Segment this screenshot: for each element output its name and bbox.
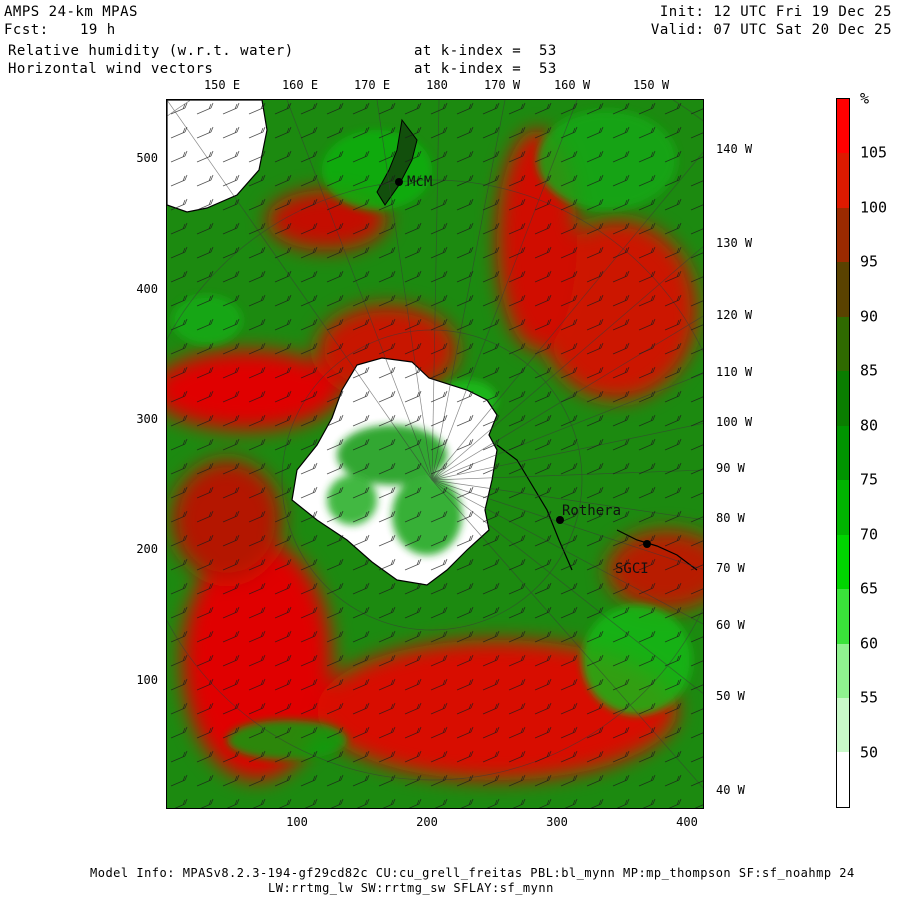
colorbar-tick-label: 50: [860, 743, 879, 762]
colorbar-tick-label: 60: [860, 634, 879, 653]
humidity-colorbar: [836, 98, 850, 808]
colorbar-tick-label: 55: [860, 688, 879, 707]
field-name-wind: Horizontal wind vectors: [8, 61, 214, 77]
y-index-label: 400: [136, 282, 158, 296]
lon-label-right: 120 W: [716, 308, 753, 322]
colorbar-tick-label: 105: [860, 143, 888, 162]
lon-label-right: 70 W: [716, 561, 745, 575]
lon-label-right: 50 W: [716, 689, 745, 703]
map-canvas: McM Rothera SGCI: [167, 100, 703, 808]
lon-label-right: 100 W: [716, 415, 753, 429]
model-info-line2: LW:rrtmg_lw SW:rrtmg_sw SFLAY:sf_mynn: [268, 881, 554, 895]
station-label-rothera: Rothera: [562, 503, 621, 519]
x-index-label: 400: [676, 815, 698, 829]
colorbar-segment: [837, 697, 849, 753]
colorbar-tick-label: 90: [860, 307, 879, 326]
colorbar-segment: [837, 207, 849, 263]
station-label-sgci: SGCI: [615, 561, 649, 577]
y-index-label: 500: [136, 151, 158, 165]
colorbar-tick-label: 100: [860, 198, 888, 217]
colorbar-unit: %: [860, 89, 870, 108]
colorbar-segment: [837, 371, 849, 426]
lon-label-top: 170 E: [353, 78, 391, 92]
colorbar-tick-label: 65: [860, 579, 879, 598]
station-marker-mcm: [395, 178, 403, 186]
colorbar-tick-label: 75: [860, 470, 879, 489]
forecast-label: Fcst:: [4, 22, 49, 38]
x-index-label: 200: [416, 815, 438, 829]
colorbar-segment: [837, 153, 849, 208]
colorbar-segment: [837, 262, 849, 317]
y-index-label: 300: [136, 412, 158, 426]
station-label-mcm: McM: [407, 174, 432, 190]
station-marker-sgci: [643, 540, 651, 548]
lon-label-right: 130 W: [716, 236, 753, 250]
lon-label-top: 160 W: [553, 78, 591, 92]
colorbar-tick-label: 85: [860, 361, 879, 380]
valid-time: Valid: 07 UTC Sat 20 Dec 25: [650, 22, 892, 38]
lon-label-right: 40 W: [716, 783, 745, 797]
lon-label-top: 150 W: [632, 78, 670, 92]
lon-label-top: 160 E: [281, 78, 319, 92]
lon-label-right: 110 W: [716, 365, 753, 379]
lon-label-top: 170 W: [483, 78, 521, 92]
lon-label-right: 60 W: [716, 618, 745, 632]
model-title: AMPS 24-km MPAS: [4, 4, 138, 20]
colorbar-tick-label: 80: [860, 416, 879, 435]
wind-vectors: [167, 100, 703, 808]
y-index-label: 200: [136, 542, 158, 556]
colorbar-tick-label: 70: [860, 525, 879, 544]
field-name-humidity: Relative humidity (w.r.t. water): [8, 43, 294, 59]
colorbar-segment: [837, 534, 849, 590]
y-index-label: 100: [136, 673, 158, 687]
colorbar-segment: [837, 480, 849, 535]
colorbar-segment: [837, 589, 849, 644]
x-index-label: 300: [546, 815, 568, 829]
colorbar-tick-label: 95: [860, 252, 879, 271]
colorbar-segment: [837, 316, 849, 372]
lon-label-right: 140 W: [716, 142, 753, 156]
colorbar-segment: [837, 643, 849, 698]
colorbar-segment: [837, 99, 849, 154]
humidity-map: McM Rothera SGCI: [166, 99, 704, 809]
colorbar-segment: [837, 752, 849, 807]
x-index-label: 100: [286, 815, 308, 829]
lon-label-top: 180: [426, 78, 448, 92]
lon-label-top: 150 E: [203, 78, 241, 92]
lon-label-right: 80 W: [716, 511, 745, 525]
field-level-wind: at k-index = 53: [414, 61, 557, 77]
init-time: Init: 12 UTC Fri 19 Dec 25: [659, 4, 892, 20]
forecast-hour: 19 h: [80, 22, 116, 38]
lon-label-right: 90 W: [716, 461, 745, 475]
field-level-humidity: at k-index = 53: [414, 43, 557, 59]
model-info-line1: Model Info: MPASv8.2.3-194-gf29cd82c CU:…: [90, 866, 855, 880]
colorbar-segment: [837, 425, 849, 481]
